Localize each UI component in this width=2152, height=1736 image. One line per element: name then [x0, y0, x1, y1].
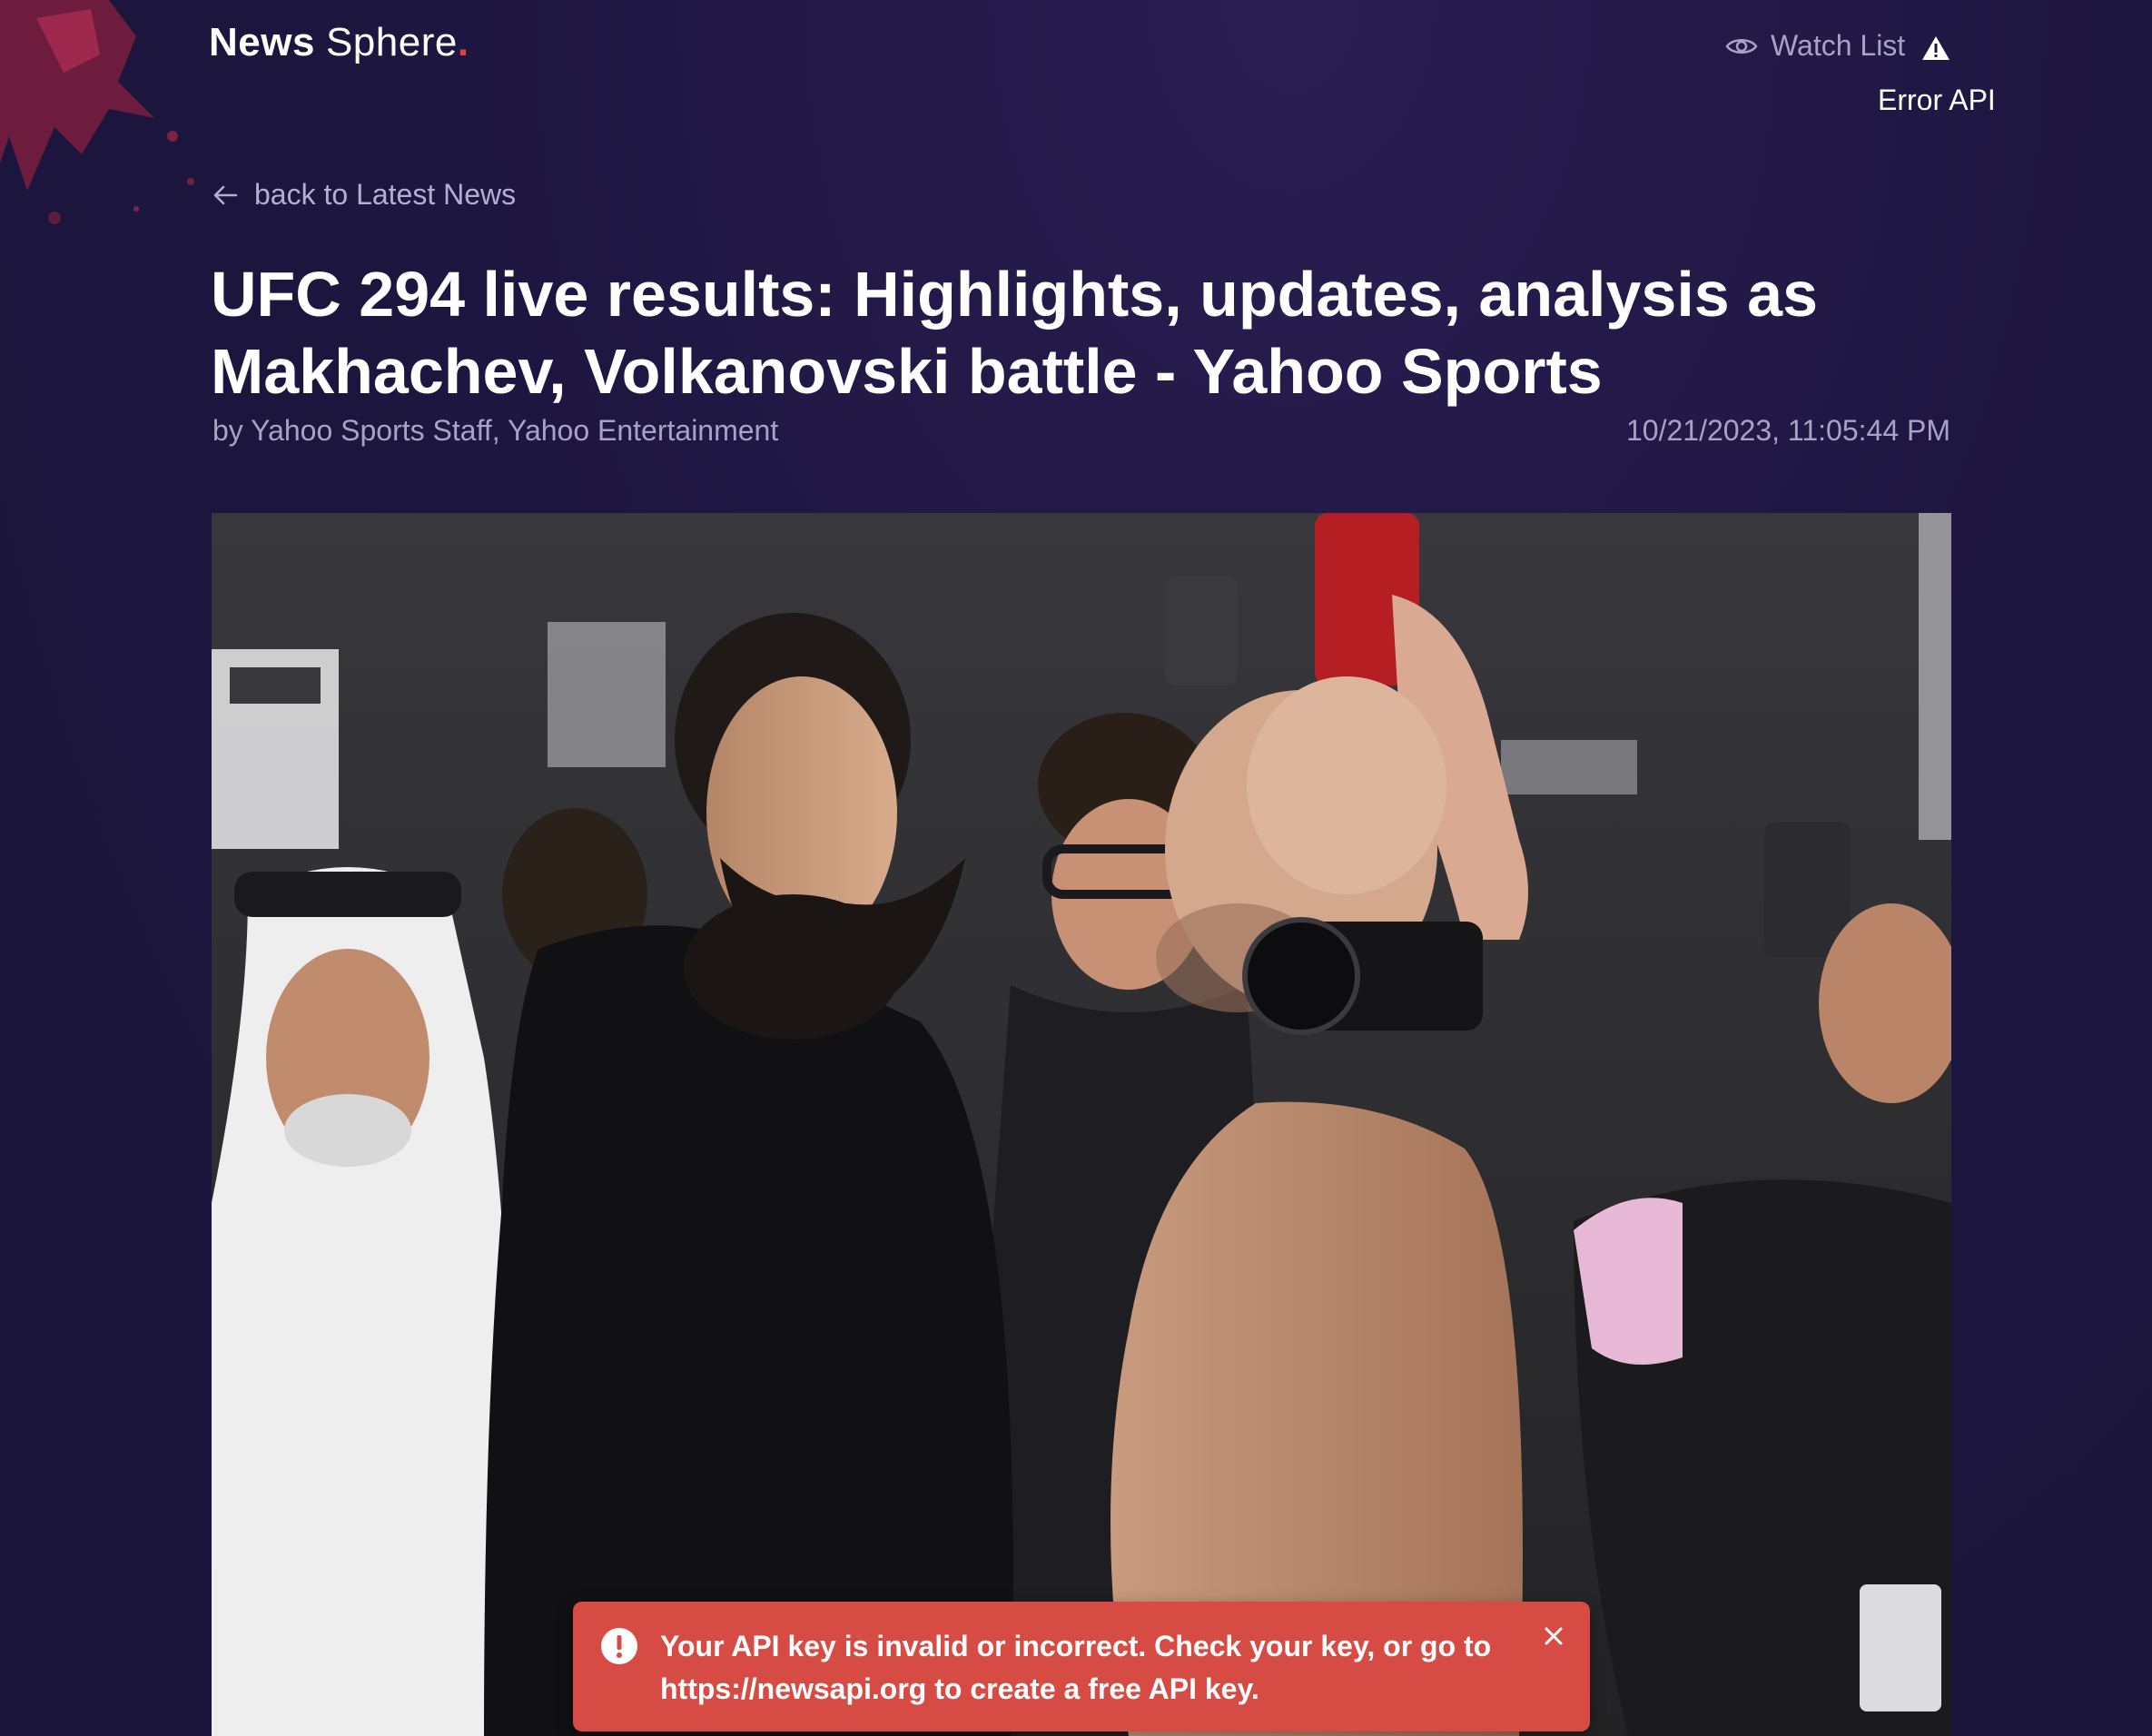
site-logo[interactable]: News Sphere.	[209, 20, 469, 65]
eye-icon	[1725, 38, 1758, 54]
logo-bold-text: News	[209, 20, 315, 64]
watch-list-label: Watch List	[1771, 29, 1906, 62]
back-to-latest-news-link[interactable]: back to Latest News	[212, 178, 516, 212]
article-title: UFC 294 live results: Highlights, update…	[211, 259, 1819, 407]
toast-message: Your API key is invalid or incorrect. Ch…	[660, 1630, 1492, 1705]
warning-icon	[1922, 36, 1950, 60]
watch-list-link[interactable]: Watch List	[1725, 29, 1905, 63]
logo-dot: .	[457, 20, 469, 64]
logo-light-text: Sphere	[325, 20, 458, 64]
decorative-splatter	[0, 0, 194, 224]
error-circle-icon	[601, 1628, 637, 1664]
article-byline: by Yahoo Sports Staff, Yahoo Entertainme…	[212, 414, 779, 447]
close-icon[interactable]	[1537, 1620, 1570, 1652]
back-link-label: back to Latest News	[254, 178, 517, 211]
article-hero-image	[212, 513, 1951, 1736]
error-api-label: Error API	[1878, 84, 1996, 116]
api-error-toast: Your API key is invalid or incorrect. Ch…	[573, 1602, 1590, 1731]
article-date: 10/21/2023, 11:05:44 PM	[1625, 414, 1950, 447]
arrow-left-icon	[213, 185, 238, 204]
